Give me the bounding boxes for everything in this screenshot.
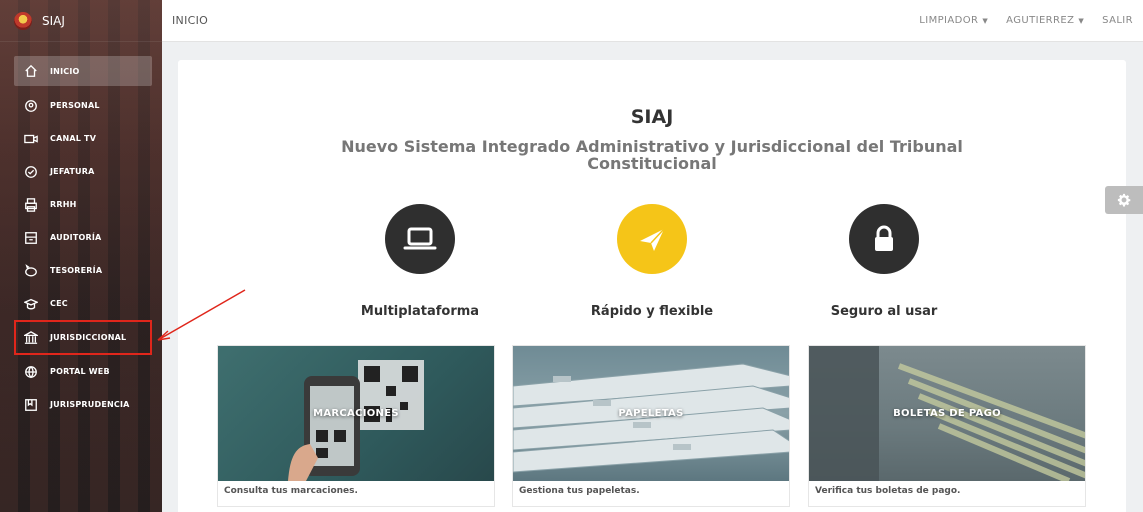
sidebar-item-jefatura[interactable]: JEFATURA	[0, 155, 162, 188]
lock-icon	[849, 204, 919, 274]
sidebar-item-label: JURISDICCIONAL	[50, 333, 127, 342]
role-dropdown-label: LIMPIADOR	[919, 15, 979, 26]
piggy-bank-icon	[24, 263, 38, 278]
feature-label: Rápido y flexible	[590, 304, 714, 319]
settings-button[interactable]	[1105, 186, 1143, 214]
sidebar-item-jurisdiccional[interactable]: JURISDICCIONAL	[14, 320, 152, 355]
user-dropdown[interactable]: AGUTIERREZ ▼	[1006, 15, 1084, 26]
topbar-menu: LIMPIADOR ▼ AGUTIERREZ ▼ SALIR	[919, 15, 1133, 26]
sidebar-item-portal-web[interactable]: PORTAL WEB	[0, 355, 162, 388]
globe-icon	[24, 365, 38, 379]
paper-plane-icon	[617, 204, 687, 274]
sidebar-item-label: AUDITORÍA	[50, 233, 102, 242]
feature-label: Multiplataforma	[360, 304, 480, 319]
gear-icon	[1117, 193, 1131, 207]
chevron-down-icon: ▼	[1078, 17, 1085, 25]
sidebar-item-label: CEC	[50, 299, 68, 308]
check-circle-icon	[24, 165, 38, 179]
page-title: INICIO	[172, 14, 209, 27]
main-card: SIAJ Nuevo Sistema Integrado Administrat…	[178, 60, 1126, 512]
video-icon	[24, 132, 38, 146]
tile-papeletas[interactable]: PAPELETAS Gestiona tus papeletas.	[512, 345, 790, 507]
sidebar-item-tesoreria[interactable]: TESORERÍA	[0, 254, 162, 287]
sidebar-item-label: PORTAL WEB	[50, 367, 110, 376]
archive-icon	[24, 231, 38, 245]
sidebar-item-label: RRHH	[50, 200, 77, 209]
home-icon	[24, 64, 38, 78]
user-dropdown-label: AGUTIERREZ	[1006, 15, 1075, 26]
sidebar-item-personal[interactable]: PERSONAL	[0, 89, 162, 122]
sidebar-item-label: JURISPRUDENCIA	[50, 400, 130, 409]
sidebar-item-canal-tv[interactable]: CANAL TV	[0, 122, 162, 155]
feature-seguro: Seguro al usar	[784, 204, 984, 319]
main-title: SIAJ	[630, 106, 674, 128]
printer-icon	[24, 197, 38, 212]
sidebar-nav: INICIO PERSONAL CANAL TV JEFATURA RRHH A…	[0, 42, 162, 421]
tile-image: BOLETAS DE PAGO	[809, 346, 1085, 481]
tile-caption: Gestiona tus papeletas.	[519, 486, 640, 496]
bank-icon	[24, 330, 38, 345]
tile-label: MARCACIONES	[313, 408, 399, 419]
sidebar-item-label: INICIO	[50, 66, 80, 76]
tile-marcaciones[interactable]: MARCACIONES Consulta tus marcaciones.	[217, 345, 495, 507]
logout-link[interactable]: SALIR	[1102, 15, 1133, 26]
tile-image: PAPELETAS	[513, 346, 789, 481]
tile-label: BOLETAS DE PAGO	[893, 408, 1001, 419]
feature-label: Seguro al usar	[830, 304, 938, 319]
chevron-down-icon: ▼	[982, 17, 989, 25]
sidebar-item-jurisprudencia[interactable]: JURISPRUDENCIA	[0, 388, 162, 421]
brand[interactable]: SIAJ	[0, 0, 162, 42]
book-icon	[24, 398, 38, 412]
topbar: INICIO LIMPIADOR ▼ AGUTIERREZ ▼ SALIR	[162, 0, 1143, 42]
sidebar-item-rrhh[interactable]: RRHH	[0, 188, 162, 221]
tile-label: PAPELETAS	[618, 408, 684, 419]
user-icon	[24, 99, 38, 113]
feature-multiplataforma: Multiplataforma	[320, 204, 520, 319]
graduation-cap-icon	[24, 297, 38, 311]
sidebar-item-label: TESORERÍA	[50, 266, 103, 275]
sidebar-item-inicio[interactable]: INICIO	[14, 56, 152, 86]
feature-rapido: Rápido y flexible	[552, 204, 752, 319]
tile-caption: Consulta tus marcaciones.	[224, 486, 358, 496]
brand-name: SIAJ	[42, 13, 65, 28]
sidebar-item-label: CANAL TV	[50, 134, 97, 143]
role-dropdown[interactable]: LIMPIADOR ▼	[919, 15, 988, 26]
tile-caption: Verifica tus boletas de pago.	[815, 486, 961, 496]
sidebar-item-label: JEFATURA	[50, 167, 95, 176]
tile-boletas[interactable]: BOLETAS DE PAGO Verifica tus boletas de …	[808, 345, 1086, 507]
sidebar-item-cec[interactable]: CEC	[0, 287, 162, 320]
laptop-icon	[385, 204, 455, 274]
logo-icon	[14, 11, 32, 30]
sidebar-item-label: PERSONAL	[50, 101, 100, 110]
tile-image: MARCACIONES	[218, 346, 494, 481]
main-subtitle: Nuevo Sistema Integrado Administrativo y…	[341, 137, 963, 173]
sidebar-item-auditoria[interactable]: AUDITORÍA	[0, 221, 162, 254]
sidebar: SIAJ INICIO PERSONAL CANAL TV JEFATURA R…	[0, 0, 162, 512]
